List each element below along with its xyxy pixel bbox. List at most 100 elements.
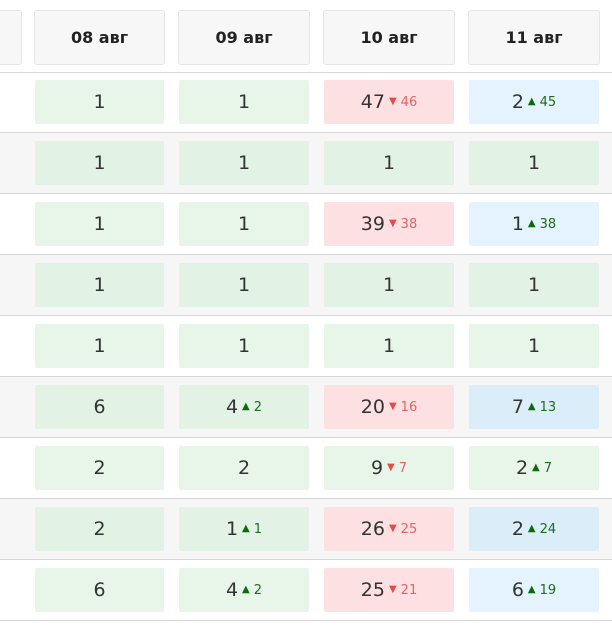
position-cell[interactable]: 39 ▼ 38	[324, 202, 454, 246]
position-value: 20	[360, 395, 385, 418]
position-value: 4	[225, 578, 239, 601]
triangle-down-icon: ▼	[388, 523, 397, 534]
position-value: 2	[93, 456, 106, 479]
position-cell[interactable]: 25 ▼ 21	[324, 568, 454, 612]
position-change: ▼ 46	[389, 96, 417, 109]
position-cell[interactable]: 9 ▼ 7	[324, 446, 454, 490]
triangle-down-icon: ▼	[388, 218, 397, 229]
position-value: 26	[360, 517, 385, 540]
position-cell[interactable]: 1 ▲ 1	[179, 507, 309, 551]
position-value: 1	[237, 90, 251, 113]
table-row: 6 4 ▲ 2 20 ▼ 16 7 ▲ 13	[0, 377, 612, 438]
position-value: 1	[93, 334, 106, 357]
position-change-value: 45	[539, 94, 557, 110]
position-change: ▲ 2	[242, 401, 262, 414]
position-change-value: 25	[400, 521, 418, 537]
position-value: 6	[93, 578, 106, 601]
triangle-down-icon: ▼	[388, 96, 397, 107]
position-cell[interactable]: 1	[179, 80, 309, 124]
position-value: 2	[511, 90, 524, 113]
position-cell[interactable]: 1	[469, 263, 599, 307]
position-value: 1	[382, 151, 396, 174]
position-cell[interactable]: 2	[35, 507, 164, 551]
table-row: 1 1 1 1	[0, 316, 612, 377]
position-value: 2	[237, 456, 251, 479]
position-cell[interactable]: 1	[179, 324, 309, 368]
table-row: 6 4 ▲ 2 25 ▼ 21 6 ▲ 19	[0, 560, 612, 621]
position-value: 1	[527, 334, 541, 357]
triangle-up-icon: ▲	[527, 401, 536, 412]
position-value: 1	[382, 273, 396, 296]
position-value: 25	[360, 578, 385, 601]
position-cell[interactable]: 2	[179, 446, 309, 490]
position-change-value: 2	[253, 582, 263, 598]
position-change: ▲ 1	[242, 523, 262, 536]
position-cell[interactable]: 1	[35, 80, 164, 124]
position-cell[interactable]: 2 ▲ 7	[469, 446, 599, 490]
position-cell[interactable]: 1	[469, 141, 599, 185]
position-change: ▲ 2	[242, 584, 262, 597]
position-value: 47	[360, 90, 385, 113]
position-cell[interactable]: 26 ▼ 25	[324, 507, 454, 551]
position-cell[interactable]: 1	[35, 202, 164, 246]
position-change-value: 16	[400, 399, 418, 415]
position-change: ▼ 16	[389, 401, 417, 414]
position-cell[interactable]: 1 ▲ 38	[469, 202, 599, 246]
header-cell-date[interactable]: 08 авг	[34, 10, 165, 65]
header-cell-date[interactable]: 09 авг	[178, 10, 310, 65]
table-row: 1 1 47 ▼ 46 2 ▲ 45	[0, 72, 612, 133]
position-cell[interactable]: 6	[35, 385, 164, 429]
position-change-value: 1	[253, 521, 263, 537]
header-date-label: 10 авг	[360, 28, 418, 47]
position-change-value: 7	[543, 460, 553, 476]
position-change: ▲ 19	[528, 584, 556, 597]
header-cell-date[interactable]: 10 авг	[323, 10, 455, 65]
position-cell[interactable]: 2 ▲ 24	[469, 507, 599, 551]
triangle-up-icon: ▲	[532, 462, 540, 473]
position-cell[interactable]: 1	[179, 202, 309, 246]
position-value: 6	[511, 578, 524, 601]
position-value: 1	[225, 517, 239, 540]
position-change: ▲ 45	[528, 96, 556, 109]
position-change: ▲ 13	[528, 401, 556, 414]
position-change: ▲ 7	[532, 462, 552, 475]
triangle-down-icon: ▼	[388, 584, 397, 595]
position-cell[interactable]: 2 ▲ 45	[469, 80, 599, 124]
position-cell[interactable]: 1	[324, 263, 454, 307]
position-cell[interactable]: 1	[469, 324, 599, 368]
table-row: 1 1 39 ▼ 38 1 ▲ 38	[0, 194, 612, 255]
position-cell[interactable]: 20 ▼ 16	[324, 385, 454, 429]
position-cell[interactable]: 6 ▲ 19	[469, 568, 599, 612]
position-cell[interactable]: 6	[35, 568, 164, 612]
header-cell-partial[interactable]	[0, 10, 22, 65]
position-change-value: 21	[400, 582, 418, 598]
position-change-value: 7	[398, 460, 408, 476]
position-cell[interactable]: 1	[35, 141, 164, 185]
position-value: 6	[93, 395, 106, 418]
triangle-down-icon: ▼	[388, 401, 397, 412]
position-cell[interactable]: 4 ▲ 2	[179, 568, 309, 612]
position-value: 1	[511, 212, 524, 235]
position-cell[interactable]: 1	[35, 263, 164, 307]
position-value: 1	[93, 212, 106, 235]
position-change-value: 24	[539, 521, 557, 537]
position-cell[interactable]: 1	[324, 141, 454, 185]
position-cell[interactable]: 2	[35, 446, 164, 490]
position-value: 4	[225, 395, 239, 418]
position-change-value: 38	[539, 216, 557, 232]
position-cell[interactable]: 1	[35, 324, 164, 368]
position-cell[interactable]: 1	[179, 141, 309, 185]
position-change-value: 2	[253, 399, 263, 415]
table-row: 1 1 1 1	[0, 133, 612, 194]
position-cell[interactable]: 1	[324, 324, 454, 368]
position-cell[interactable]: 4 ▲ 2	[179, 385, 309, 429]
position-change-value: 46	[400, 94, 418, 110]
position-cell[interactable]: 1	[179, 263, 309, 307]
position-value: 9	[370, 456, 384, 479]
table-row: 1 1 1 1	[0, 255, 612, 316]
triangle-up-icon: ▲	[527, 584, 536, 595]
triangle-up-icon: ▲	[242, 401, 250, 412]
position-cell[interactable]: 7 ▲ 13	[469, 385, 599, 429]
position-cell[interactable]: 47 ▼ 46	[324, 80, 454, 124]
header-cell-date[interactable]: 11 авг	[468, 10, 600, 65]
